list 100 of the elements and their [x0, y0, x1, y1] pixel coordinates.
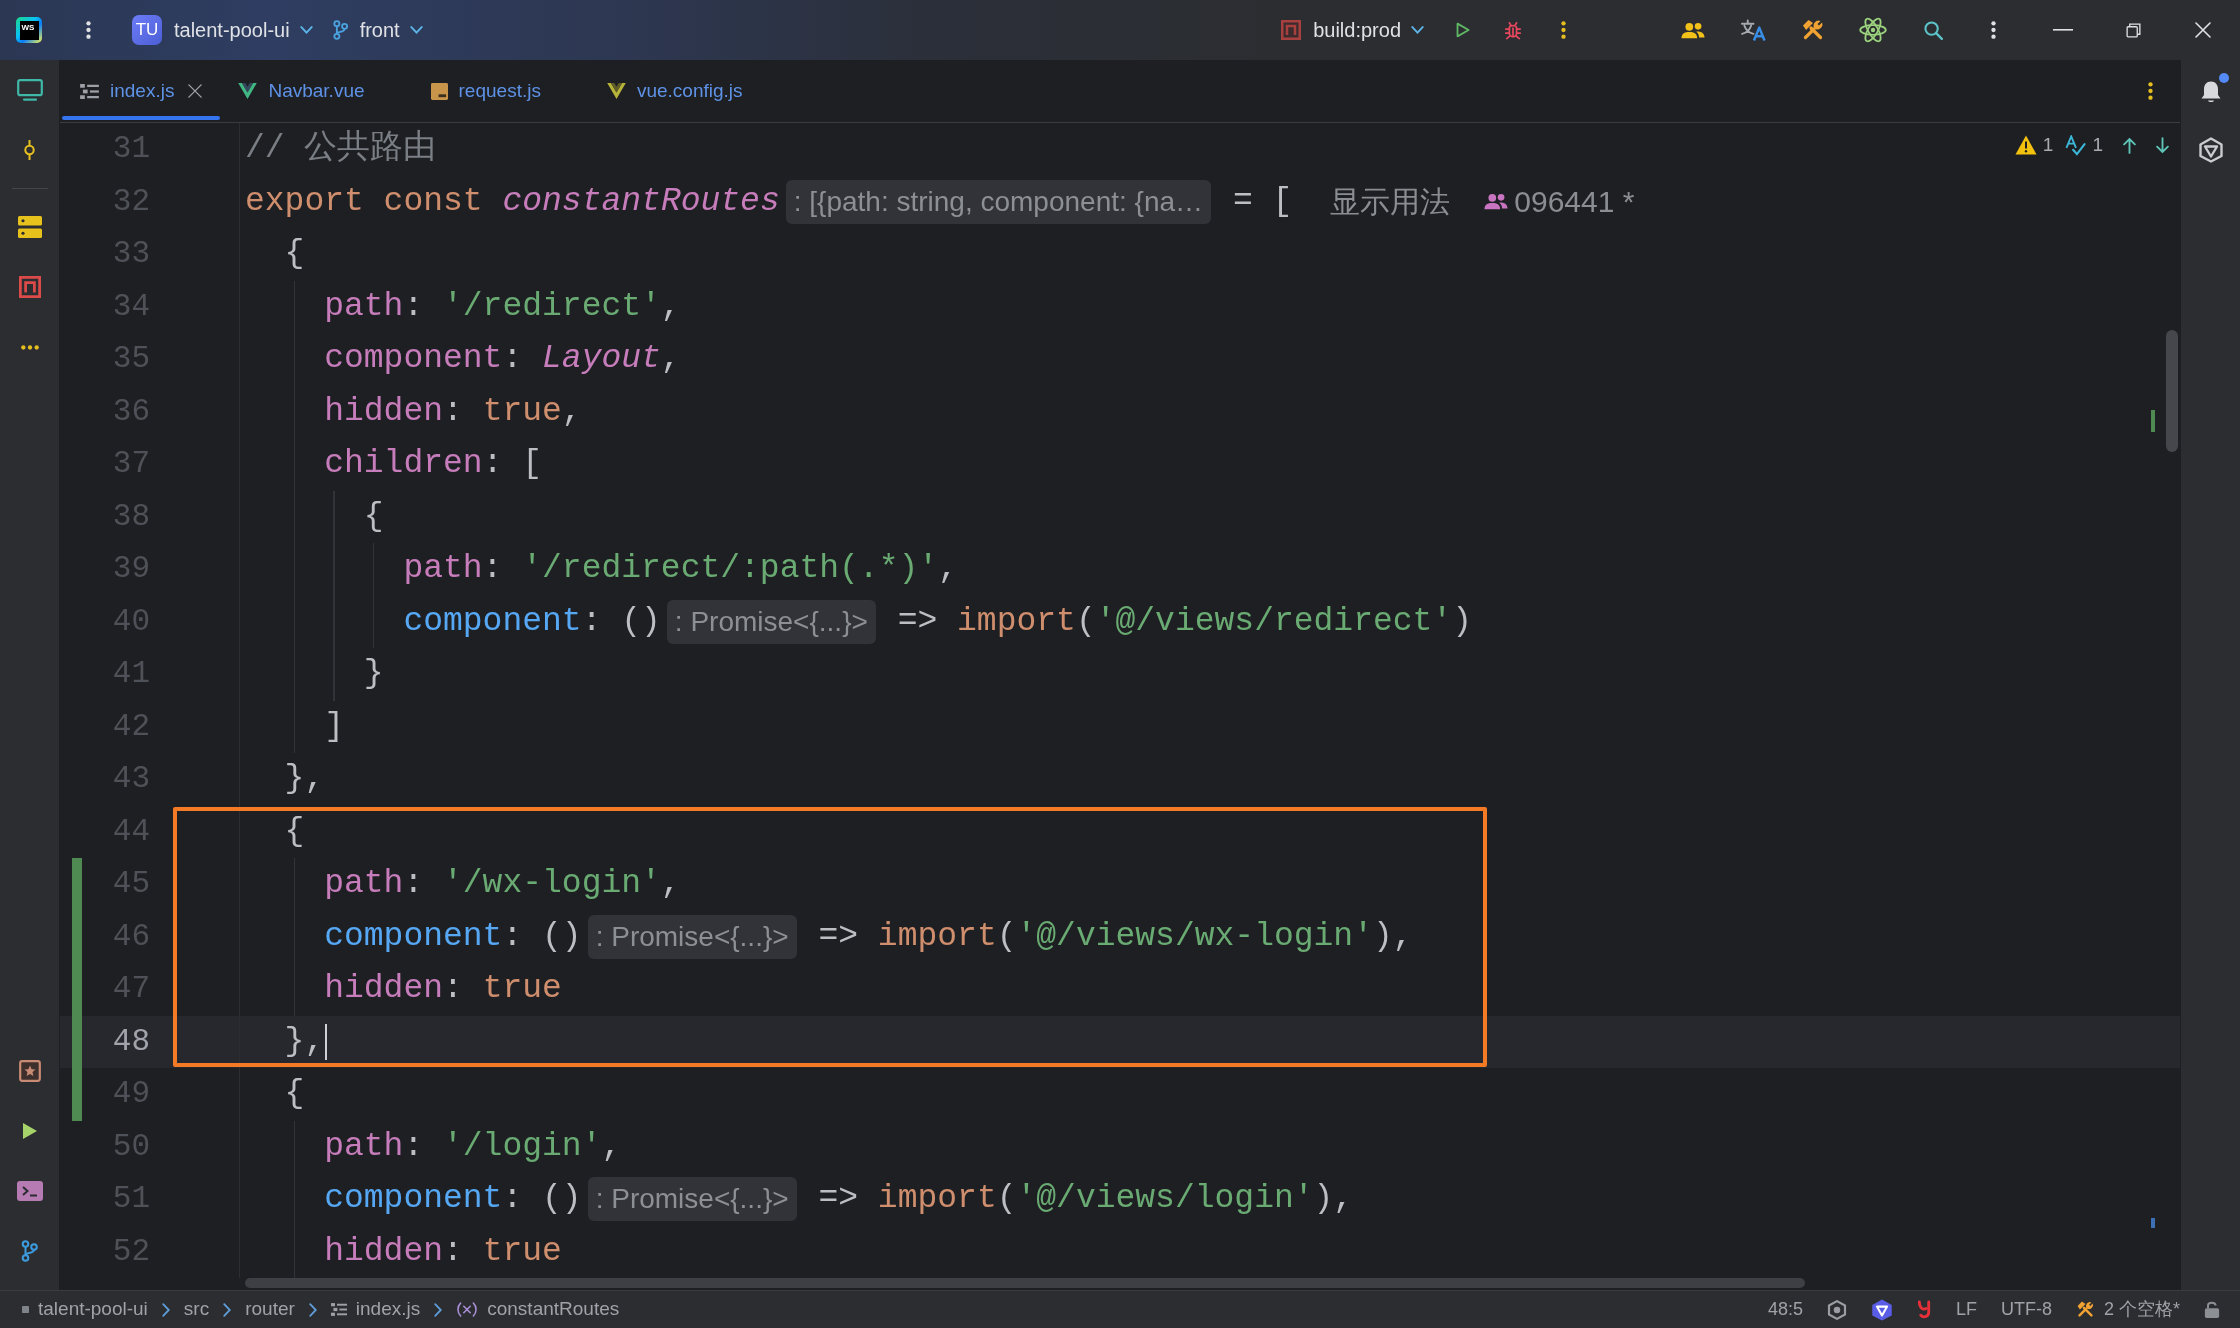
branch-icon — [21, 1240, 38, 1262]
code-text: { — [284, 811, 305, 852]
run-configuration-selector[interactable]: build:prod — [1273, 8, 1432, 52]
warning-icon — [2014, 135, 2037, 155]
breadcrumb-item[interactable]: router — [245, 1295, 295, 1324]
code-text: ] — [324, 706, 344, 747]
code-text: { — [284, 234, 305, 275]
bookmark-icon — [18, 1060, 41, 1082]
code-text: { — [363, 496, 384, 537]
typos-button[interactable]: 1 — [2060, 129, 2108, 161]
scrollbar-thumb[interactable] — [245, 1278, 1805, 1288]
more-icon — [85, 20, 91, 40]
arrow-up-icon — [2123, 136, 2136, 154]
code-text: = [ — [1232, 181, 1293, 222]
people-icon — [1484, 193, 1509, 211]
people-icon — [1681, 21, 1705, 39]
code-text: path: '/wx-login', — [324, 864, 681, 905]
notification-dot-icon — [2218, 73, 2229, 83]
breadcrumb-item[interactable]: src — [183, 1295, 210, 1324]
code-text: path: '/login', — [324, 1126, 622, 1167]
server-icon — [17, 216, 42, 238]
tools-icon — [2075, 1300, 2095, 1319]
type-hint: : Promise<{...}> — [587, 914, 797, 959]
editor-tab[interactable]: Navbar.vue — [220, 60, 413, 122]
code-text: } — [363, 654, 384, 695]
v-shape-icon — [606, 83, 626, 99]
chevron-right-icon — [434, 1302, 443, 1317]
close-icon — [2195, 22, 2211, 38]
code-text: path: '/redirect', — [324, 286, 681, 327]
code-text: component: () — [403, 601, 661, 642]
chevron-right-icon — [223, 1302, 232, 1317]
more-icon — [1560, 20, 1566, 40]
restore-icon — [2125, 22, 2141, 38]
chevron-right-icon — [308, 1302, 317, 1317]
author-link[interactable]: 096441 * — [1484, 181, 1635, 222]
code-text: component: Layout, — [324, 339, 681, 380]
bug-icon — [1504, 20, 1522, 40]
code-text: => import('@/views/login'), — [818, 1179, 1354, 1220]
bell-icon — [2199, 80, 2222, 104]
encoding-button[interactable]: UTF-8 — [2000, 1296, 2052, 1323]
hexagon-icon[interactable] — [1870, 1298, 1893, 1321]
editor-tab[interactable]: vue.config.js — [588, 60, 791, 122]
indent-button[interactable]: 2 个空格* — [2075, 1296, 2180, 1323]
chevron-down-icon — [299, 26, 313, 34]
type-hint: : Promise<{...}> — [666, 599, 876, 644]
project-selector[interactable]: TU talent-pool-ui — [124, 8, 321, 52]
script-file-icon — [430, 82, 448, 100]
lock-icon[interactable] — [2204, 1300, 2220, 1319]
breadcrumb-item[interactable]: constantRoutes — [456, 1295, 620, 1324]
v-shape-icon — [238, 83, 258, 99]
list-icon — [330, 1303, 347, 1316]
play-icon — [22, 1123, 37, 1139]
close-icon[interactable] — [188, 84, 203, 98]
hexagon-icon — [2197, 137, 2224, 163]
more-icon — [2147, 81, 2153, 101]
code-text: children: [ — [324, 444, 543, 485]
editor-tab[interactable]: index.js — [62, 60, 221, 122]
code-text: => import('@/views/wx-login'), — [818, 916, 1413, 957]
code-text: { — [284, 1074, 305, 1115]
app-logo: WS — [16, 17, 42, 43]
caret-position-button[interactable]: 48:5 — [1767, 1296, 1803, 1323]
atom-icon — [1859, 16, 1887, 44]
chevron-right-icon — [161, 1302, 170, 1317]
breadcrumb-item[interactable]: talent-pool-ui — [22, 1295, 148, 1324]
commit-icon — [23, 139, 36, 161]
scrollbar-thumb[interactable] — [2166, 330, 2178, 452]
chevron-down-icon — [409, 26, 423, 34]
code-text: }, — [284, 1021, 325, 1062]
nut-icon[interactable] — [1826, 1299, 1847, 1320]
branch-selector[interactable]: front — [324, 8, 431, 52]
editor-tab[interactable]: request.js — [412, 60, 589, 122]
code-text: component: () — [324, 1179, 582, 1220]
variable-icon — [456, 1302, 479, 1317]
line-number: 48 — [112, 1023, 150, 1060]
type-hint: : Promise<{...}> — [587, 1177, 797, 1222]
chevron-down-icon — [1411, 26, 1424, 34]
breadcrumb-item[interactable]: index.js — [330, 1295, 421, 1324]
warnings-button[interactable]: 1 — [2009, 129, 2059, 161]
monitor-icon — [16, 79, 43, 101]
branch-icon — [332, 20, 348, 40]
package-icon — [1281, 20, 1302, 40]
list-icon — [80, 83, 99, 99]
type-hint: : [{path: string, component: {na… — [785, 179, 1212, 224]
usages-link[interactable]: 显示用法 — [1330, 181, 1451, 222]
package-icon — [18, 276, 41, 298]
line-separator-button[interactable]: LF — [1955, 1296, 1977, 1323]
minimize-icon — [2053, 29, 2073, 31]
text-cursor — [325, 1023, 328, 1060]
code-text: => import('@/views/redirect') — [897, 601, 1472, 642]
tools-icon — [1801, 18, 1825, 42]
project-badge: TU — [132, 15, 162, 45]
module-icon — [22, 1306, 29, 1313]
code-text: path: '/redirect/:path(.*)', — [403, 549, 958, 590]
terminal-icon — [16, 1181, 43, 1201]
spellcheck-icon — [2065, 134, 2087, 156]
code-text: hidden: true — [324, 1231, 562, 1272]
code-text: // 公共路由 — [245, 129, 437, 170]
translate-icon — [1739, 18, 1767, 42]
hook-icon[interactable] — [1916, 1300, 1932, 1319]
more-icon — [18, 344, 41, 350]
